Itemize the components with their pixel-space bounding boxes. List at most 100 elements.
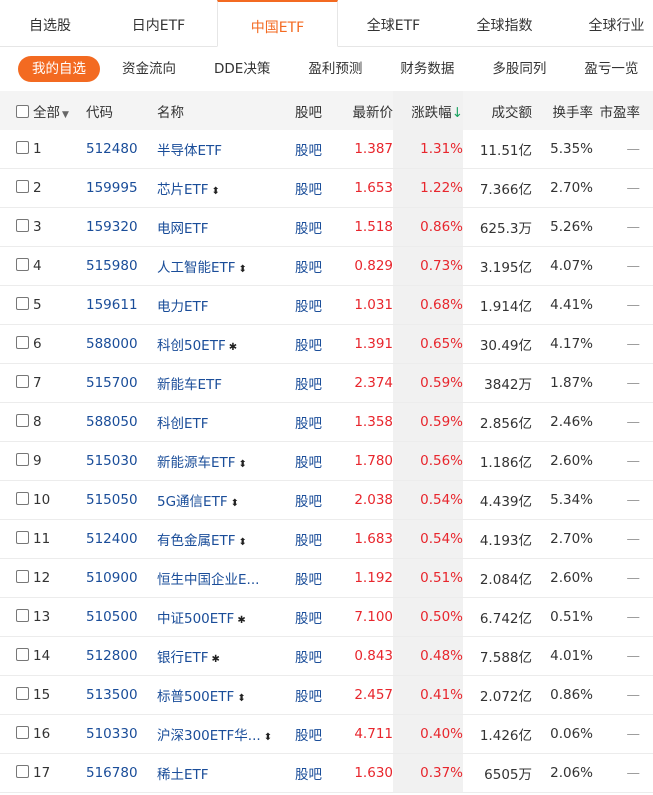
code-cell[interactable]: 515030 bbox=[86, 441, 157, 481]
subnav-item-1[interactable]: 资金流向 bbox=[108, 56, 190, 82]
row-select-cell[interactable]: 12 bbox=[0, 558, 86, 598]
fund-name[interactable]: 恒生中国企业E... bbox=[157, 572, 259, 588]
fund-code[interactable]: 159995 bbox=[86, 180, 138, 196]
tab-0[interactable]: 自选股 bbox=[0, 0, 100, 46]
fund-name[interactable]: 沪深300ETF华... bbox=[157, 728, 261, 744]
subnav-item-6[interactable]: 盈亏一览 bbox=[570, 56, 652, 82]
table-row[interactable]: 14 512800 银行ETF ✱ 股吧 0.843 0.48% 7.588亿 4.01% — bbox=[0, 636, 653, 676]
table-row[interactable]: 2 159995 芯片ETF ⬍ 股吧 1.653 1.22% 7.366亿 2.70% — bbox=[0, 168, 653, 208]
code-cell[interactable]: 588000 bbox=[86, 324, 157, 364]
table-row[interactable]: 9 515030 新能源车ETF ⬍ 股吧 1.780 0.56% 1.186亿 2.60% — bbox=[0, 441, 653, 481]
fund-name[interactable]: 电网ETF bbox=[157, 221, 209, 237]
guba-link[interactable]: 股吧 bbox=[295, 260, 322, 276]
fund-code[interactable]: 515030 bbox=[86, 453, 138, 469]
subnav-item-0[interactable]: 我的自选 bbox=[18, 56, 100, 82]
fund-code[interactable]: 510900 bbox=[86, 570, 138, 586]
guba-link[interactable]: 股吧 bbox=[295, 377, 322, 393]
row-select-cell[interactable]: 7 bbox=[0, 363, 86, 403]
fund-code[interactable]: 159611 bbox=[86, 297, 138, 313]
row-checkbox[interactable] bbox=[16, 648, 29, 661]
row-select-cell[interactable]: 4 bbox=[0, 246, 86, 286]
name-cell[interactable]: 芯片ETF ⬍ bbox=[157, 168, 291, 208]
row-select-cell[interactable]: 17 bbox=[0, 753, 86, 793]
subnav-item-5[interactable]: 多股同列 bbox=[478, 56, 560, 82]
guba-link[interactable]: 股吧 bbox=[295, 494, 322, 510]
guba-link[interactable]: 股吧 bbox=[295, 182, 322, 198]
fund-name[interactable]: 5G通信ETF bbox=[157, 494, 228, 510]
select-all-checkbox[interactable] bbox=[16, 104, 29, 118]
table-row[interactable]: 1 512480 半导体ETF 股吧 1.387 1.31% 11.51亿 5.35% — bbox=[0, 130, 653, 169]
row-checkbox[interactable] bbox=[16, 726, 29, 739]
guba-link[interactable]: 股吧 bbox=[295, 689, 322, 705]
table-row[interactable]: 6 588000 科创50ETF ✱ 股吧 1.391 0.65% 30.49亿 4.17% — bbox=[0, 324, 653, 364]
fund-name[interactable]: 新能车ETF bbox=[157, 377, 222, 393]
table-row[interactable]: 10 515050 5G通信ETF ⬍ 股吧 2.038 0.54% 4.439亿 5.34% — bbox=[0, 480, 653, 520]
row-checkbox[interactable] bbox=[16, 687, 29, 700]
fund-name[interactable]: 科创ETF bbox=[157, 416, 209, 432]
fund-code[interactable]: 588050 bbox=[86, 414, 138, 430]
change-header[interactable]: 涨跌幅↓ bbox=[393, 91, 463, 130]
bar-cell[interactable]: 股吧 bbox=[291, 480, 339, 520]
row-select-cell[interactable]: 10 bbox=[0, 480, 86, 520]
code-cell[interactable]: 513500 bbox=[86, 675, 157, 715]
row-checkbox[interactable] bbox=[16, 258, 29, 271]
fund-code[interactable]: 512480 bbox=[86, 141, 138, 157]
table-row[interactable]: 15 513500 标普500ETF ⬍ 股吧 2.457 0.41% 2.072亿 0.86%… bbox=[0, 675, 653, 715]
guba-link[interactable]: 股吧 bbox=[295, 533, 322, 549]
row-checkbox[interactable] bbox=[16, 336, 29, 349]
name-header[interactable]: 名称 bbox=[157, 91, 291, 130]
table-row[interactable]: 12 510900 恒生中国企业E... 股吧 1.192 0.51% 2.084亿 2.60… bbox=[0, 558, 653, 598]
name-cell[interactable]: 半导体ETF bbox=[157, 130, 291, 169]
row-checkbox[interactable] bbox=[16, 492, 29, 505]
row-checkbox[interactable] bbox=[16, 570, 29, 583]
table-row[interactable]: 7 515700 新能车ETF 股吧 2.374 0.59% 3842万 1.87% — bbox=[0, 363, 653, 403]
fund-name[interactable]: 芯片ETF bbox=[157, 182, 209, 198]
code-cell[interactable]: 515050 bbox=[86, 480, 157, 520]
subnav-item-4[interactable]: 财务数据 bbox=[386, 56, 468, 82]
name-cell[interactable]: 新能源车ETF ⬍ bbox=[157, 441, 291, 481]
row-select-cell[interactable]: 5 bbox=[0, 285, 86, 325]
bar-cell[interactable]: 股吧 bbox=[291, 324, 339, 364]
fund-name[interactable]: 人工智能ETF bbox=[157, 260, 236, 276]
name-cell[interactable]: 恒生中国企业E... bbox=[157, 558, 291, 598]
bar-cell[interactable]: 股吧 bbox=[291, 402, 339, 442]
guba-link[interactable]: 股吧 bbox=[295, 572, 322, 588]
row-select-cell[interactable]: 9 bbox=[0, 441, 86, 481]
row-select-cell[interactable]: 8 bbox=[0, 402, 86, 442]
tab-1[interactable]: 日内ETF bbox=[100, 0, 217, 46]
guba-link[interactable]: 股吧 bbox=[295, 299, 322, 315]
code-cell[interactable]: 515980 bbox=[86, 246, 157, 286]
bar-cell[interactable]: 股吧 bbox=[291, 285, 339, 325]
code-cell[interactable]: 510500 bbox=[86, 597, 157, 637]
code-cell[interactable]: 510330 bbox=[86, 714, 157, 754]
row-checkbox[interactable] bbox=[16, 219, 29, 232]
code-cell[interactable]: 515700 bbox=[86, 363, 157, 403]
name-cell[interactable]: 科创ETF bbox=[157, 402, 291, 442]
row-checkbox[interactable] bbox=[16, 141, 29, 154]
subnav-item-2[interactable]: DDE决策 bbox=[200, 56, 284, 82]
bar-cell[interactable]: 股吧 bbox=[291, 753, 339, 793]
fund-code[interactable]: 515050 bbox=[86, 492, 138, 508]
fund-name[interactable]: 科创50ETF bbox=[157, 338, 226, 354]
table-row[interactable]: 11 512400 有色金属ETF ⬍ 股吧 1.683 0.54% 4.193亿 2.70% — bbox=[0, 519, 653, 559]
guba-link[interactable]: 股吧 bbox=[295, 416, 322, 432]
bar-cell[interactable]: 股吧 bbox=[291, 441, 339, 481]
guba-link[interactable]: 股吧 bbox=[295, 767, 322, 783]
row-checkbox[interactable] bbox=[16, 531, 29, 544]
bar-cell[interactable]: 股吧 bbox=[291, 168, 339, 208]
code-cell[interactable]: 512400 bbox=[86, 519, 157, 559]
chevron-down-icon[interactable]: ▼ bbox=[62, 110, 69, 120]
fund-name[interactable]: 新能源车ETF bbox=[157, 455, 236, 471]
fund-code[interactable]: 515700 bbox=[86, 375, 138, 391]
guba-link[interactable]: 股吧 bbox=[295, 611, 322, 627]
name-cell[interactable]: 有色金属ETF ⬍ bbox=[157, 519, 291, 559]
row-checkbox[interactable] bbox=[16, 414, 29, 427]
guba-link[interactable]: 股吧 bbox=[295, 143, 322, 159]
guba-link[interactable]: 股吧 bbox=[295, 650, 322, 666]
code-cell[interactable]: 159611 bbox=[86, 285, 157, 325]
bar-cell[interactable]: 股吧 bbox=[291, 130, 339, 169]
bar-cell[interactable]: 股吧 bbox=[291, 246, 339, 286]
name-cell[interactable]: 科创50ETF ✱ bbox=[157, 324, 291, 364]
row-select-cell[interactable]: 14 bbox=[0, 636, 86, 676]
fund-code[interactable]: 512800 bbox=[86, 648, 138, 664]
